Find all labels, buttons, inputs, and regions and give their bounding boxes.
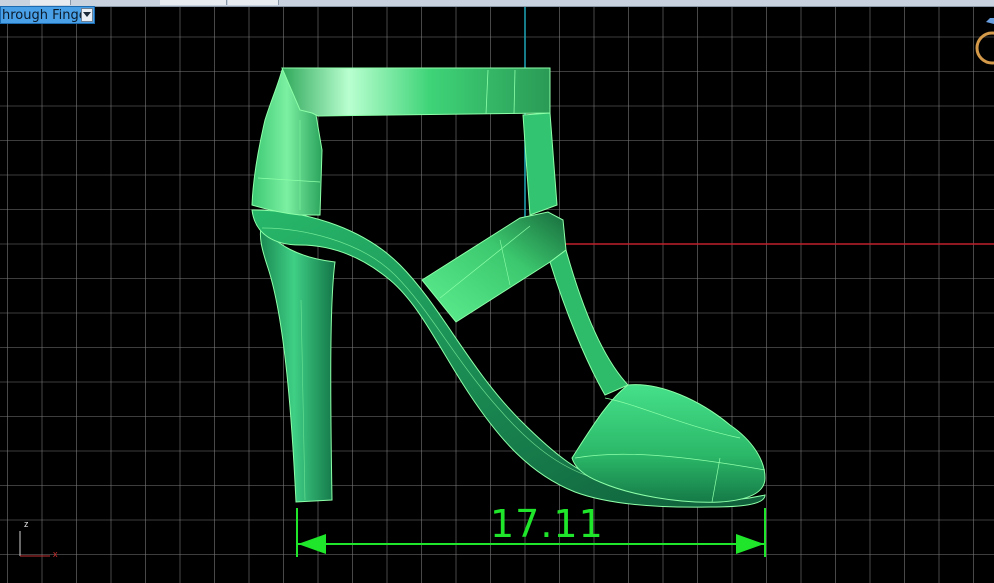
viewport-title[interactable]: hrough Finger (0, 6, 95, 24)
ring-icon[interactable] (968, 10, 994, 66)
viewport-canvas[interactable] (0, 0, 994, 583)
chevron-down-icon[interactable] (81, 8, 93, 22)
viewport-tab[interactable] (228, 0, 279, 5)
dimension-value[interactable]: 17.11 (490, 502, 604, 546)
viewport-tab-strip (0, 0, 994, 7)
viewport-tab[interactable] (160, 0, 227, 5)
axis-x-label: x (53, 549, 58, 559)
axis-z-label: z (24, 519, 29, 529)
viewport-title-text: hrough Finger (2, 7, 81, 23)
viewport-tab[interactable] (30, 0, 71, 5)
ankle-strap (281, 67, 551, 117)
